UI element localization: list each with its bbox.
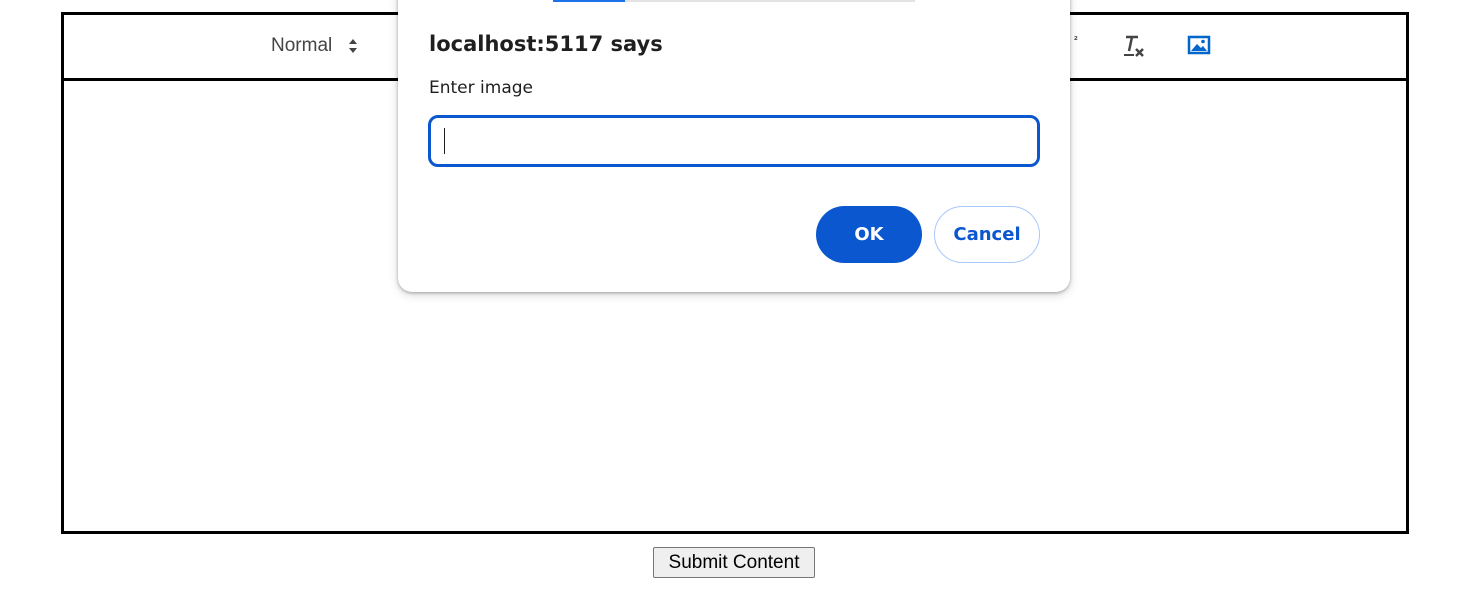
dialog-title: localhost:5117 says bbox=[429, 32, 663, 56]
chevron-updown-icon bbox=[348, 38, 358, 54]
ok-button[interactable]: OK bbox=[816, 206, 922, 263]
header-format-select[interactable]: Normal bbox=[271, 35, 358, 57]
clear-format-icon[interactable] bbox=[1122, 33, 1146, 64]
image-url-input[interactable] bbox=[428, 115, 1040, 167]
prompt-dialog: localhost:5117 says Enter image OK Cance… bbox=[398, 0, 1070, 292]
active-tab-indicator bbox=[553, 0, 625, 2]
image-icon[interactable] bbox=[1187, 33, 1211, 62]
submit-content-button[interactable]: Submit Content bbox=[653, 547, 815, 578]
superscript-button-fragment[interactable]: ² bbox=[1074, 35, 1078, 47]
header-format-label: Normal bbox=[271, 35, 333, 56]
dialog-message: Enter image bbox=[429, 78, 533, 98]
cancel-button[interactable]: Cancel bbox=[934, 206, 1040, 263]
text-caret bbox=[444, 128, 445, 154]
browser-tab-strip bbox=[553, 0, 915, 2]
